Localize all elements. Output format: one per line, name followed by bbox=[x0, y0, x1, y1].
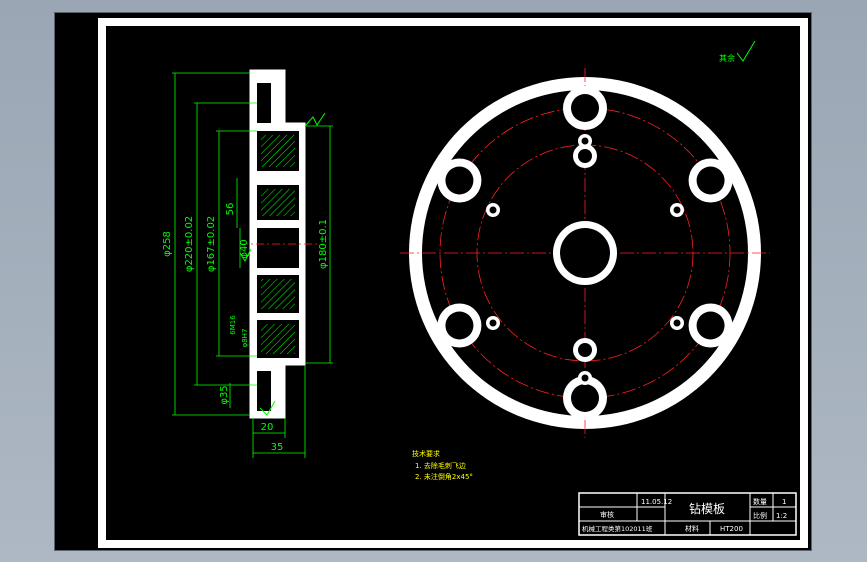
hatch-area bbox=[261, 135, 295, 167]
dowel-hole bbox=[489, 319, 497, 327]
drawing-viewport[interactable]: φ258 φ220±0.02 φ167±0.02 56 φ40 φ180±0.1… bbox=[55, 13, 811, 550]
tb-material-label: 材料 bbox=[685, 524, 699, 533]
hatch-area bbox=[261, 189, 295, 216]
cad-drawing: φ258 φ220±0.02 φ167±0.02 56 φ40 φ180±0.1… bbox=[98, 18, 808, 548]
bolt-hole bbox=[445, 311, 474, 340]
section-void bbox=[257, 371, 271, 411]
pin-hole bbox=[578, 149, 592, 163]
center-bore bbox=[560, 228, 610, 278]
dim-d40: φ40 bbox=[239, 239, 250, 258]
dim-6m16: 6M16 bbox=[229, 315, 237, 335]
tb-drawing-no: 11.05.12 bbox=[641, 498, 672, 506]
section-void bbox=[257, 228, 299, 268]
dim-d258: φ258 bbox=[162, 231, 173, 257]
dim-ref: φ8H7 bbox=[241, 329, 249, 348]
bolt-hole bbox=[571, 94, 599, 122]
bolt-hole bbox=[571, 384, 599, 412]
section-void bbox=[257, 83, 271, 123]
section-view: φ258 φ220±0.02 φ167±0.02 56 φ40 φ180±0.1… bbox=[162, 69, 333, 458]
pin-hole bbox=[578, 343, 592, 357]
roughness-note: 其余 bbox=[719, 40, 756, 63]
notes-item-1: 1. 去除毛刺飞边 bbox=[415, 461, 466, 470]
bolt-hole bbox=[696, 311, 725, 340]
technical-notes: 技术要求 1. 去除毛刺飞边 2. 未注倒角2x45° bbox=[412, 449, 473, 481]
notes-item-2: 2. 未注倒角2x45° bbox=[415, 472, 473, 481]
dowel-hole bbox=[581, 137, 589, 145]
plan-view bbox=[400, 68, 770, 438]
dim-d35: φ35 bbox=[219, 385, 230, 404]
tb-part-name: 钻模板 bbox=[689, 501, 725, 516]
dim-width-20: 20 bbox=[261, 422, 274, 433]
tb-designer-label: 审核 bbox=[600, 510, 614, 519]
dowel-hole bbox=[673, 319, 681, 327]
tb-school: 机械工程类第102011班 bbox=[582, 524, 653, 533]
tb-material-value: HT200 bbox=[720, 525, 743, 533]
bolt-hole bbox=[445, 166, 474, 195]
dim-56: 56 bbox=[225, 203, 236, 216]
dowel-hole bbox=[673, 206, 681, 214]
dowel-hole bbox=[489, 206, 497, 214]
hatch-area bbox=[261, 324, 295, 354]
dim-width-35: 35 bbox=[271, 442, 284, 453]
tb-qty-label: 数量 bbox=[753, 497, 767, 506]
roughness-label: 其余 bbox=[719, 53, 735, 63]
title-block: 审核 11.05.12 机械工程类第102011班 材料 HT200 数量 1 … bbox=[578, 492, 797, 536]
dim-d180: φ180±0.1 bbox=[318, 219, 329, 269]
tb-scale-value: 1:2 bbox=[776, 512, 787, 520]
tb-qty-value: 1 bbox=[782, 498, 786, 506]
dowel-hole bbox=[581, 374, 589, 382]
bolt-hole bbox=[696, 166, 725, 195]
tb-scale-label: 比例 bbox=[753, 511, 767, 520]
hatch-area bbox=[261, 279, 295, 309]
notes-title: 技术要求 bbox=[412, 449, 440, 458]
dim-d220: φ220±0.02 bbox=[184, 216, 195, 272]
dim-d167: φ167±0.02 bbox=[206, 216, 217, 272]
